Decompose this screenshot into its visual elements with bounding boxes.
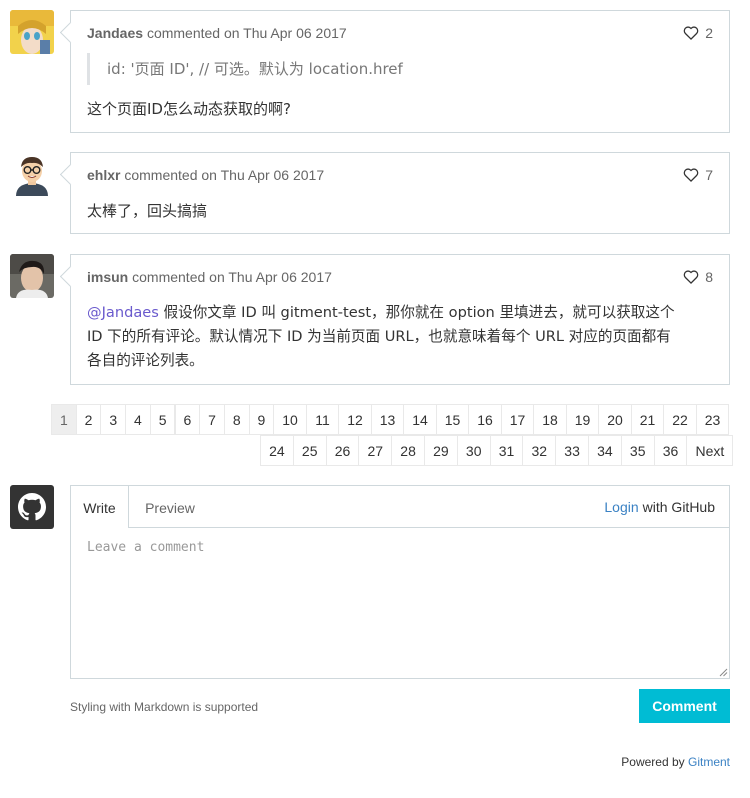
comment-item: imsun commented on Thu Apr 06 2017 8 @Ja… xyxy=(10,254,730,385)
comment-item: ehlxr commented on Thu Apr 06 2017 7 太棒了… xyxy=(10,152,730,234)
comment-body: 这个页面ID怎么动态获取的啊? xyxy=(87,100,291,118)
page-button-3[interactable]: 3 xyxy=(100,404,127,435)
page-button-28[interactable]: 28 xyxy=(391,435,425,466)
page-button-26[interactable]: 26 xyxy=(325,435,360,466)
page-button-27[interactable]: 27 xyxy=(358,435,393,466)
page-button-6[interactable]: 6 xyxy=(174,404,201,435)
page-button-35[interactable]: 35 xyxy=(620,435,655,466)
comment-line: 各自的评论列表。 xyxy=(87,352,204,369)
page-button-18[interactable]: 18 xyxy=(533,404,567,435)
page-button-7[interactable]: 7 xyxy=(199,404,225,435)
comment-body: @Jandaes 假设你文章 ID 叫 gitment-test，那你就在 op… xyxy=(87,301,713,373)
tab-preview[interactable]: Preview xyxy=(129,486,211,529)
like-button[interactable]: 2 xyxy=(683,25,713,41)
comment-author[interactable]: Jandaes xyxy=(87,25,143,41)
like-count: 8 xyxy=(705,269,713,285)
page-button-29[interactable]: 29 xyxy=(424,435,458,466)
page-button-5[interactable]: 5 xyxy=(149,404,176,435)
comment-text: 假设你文章 ID 叫 gitment-test，那你就在 option 里填进去… xyxy=(158,304,675,321)
page-button-21[interactable]: 21 xyxy=(630,404,665,435)
comment-quote: id: '页面 ID', // 可选。默认为 location.href xyxy=(87,53,403,85)
page-button-4[interactable]: 4 xyxy=(125,404,151,435)
page-button-17[interactable]: 17 xyxy=(500,404,535,435)
like-count: 7 xyxy=(705,167,713,183)
github-icon xyxy=(18,493,46,521)
page-button-36[interactable]: 36 xyxy=(653,435,688,466)
page-button-12[interactable]: 12 xyxy=(338,404,372,435)
page-button-2[interactable]: 2 xyxy=(75,404,102,435)
comment-header: imsun commented on Thu Apr 06 2017 xyxy=(87,269,332,285)
gitment-link[interactable]: Gitment xyxy=(688,755,730,769)
login-prompt: Login with GitHub xyxy=(604,486,715,528)
page-button-10[interactable]: 10 xyxy=(273,404,307,435)
page-button-23[interactable]: 23 xyxy=(695,404,730,435)
powered-prefix: Powered by xyxy=(621,755,685,769)
page-button-16[interactable]: 16 xyxy=(468,404,502,435)
heart-icon xyxy=(683,270,699,284)
comment-author[interactable]: imsun xyxy=(87,269,128,285)
comment-line: @Jandaes 假设你文章 ID 叫 gitment-test，那你就在 op… xyxy=(87,301,713,325)
page-button-31[interactable]: 31 xyxy=(489,435,524,466)
editor-header: Write Preview Login with GitHub xyxy=(71,486,729,529)
page-button-14[interactable]: 14 xyxy=(403,404,437,435)
heart-icon xyxy=(683,26,699,40)
submit-comment-button[interactable]: Comment xyxy=(639,689,730,723)
resize-handle-icon[interactable] xyxy=(719,668,728,677)
comment-editor: Write Preview Login with GitHub xyxy=(70,485,730,679)
like-button[interactable]: 7 xyxy=(683,167,713,183)
comment-bubble: ehlxr commented on Thu Apr 06 2017 7 太棒了… xyxy=(70,152,730,234)
tab-write[interactable]: Write xyxy=(71,486,129,529)
github-logo xyxy=(10,485,54,529)
page-button-24[interactable]: 24 xyxy=(260,435,294,466)
page-button-19[interactable]: 19 xyxy=(565,404,600,435)
page-button-1[interactable]: 1 xyxy=(51,404,77,435)
comment-header: Jandaes commented on Thu Apr 06 2017 xyxy=(87,25,347,41)
page-button-13[interactable]: 13 xyxy=(370,404,405,435)
page-button-9[interactable]: 9 xyxy=(248,404,275,435)
page-button-32[interactable]: 32 xyxy=(522,435,557,466)
login-link[interactable]: Login xyxy=(604,499,638,515)
comment-body: 太棒了，回头搞搞 xyxy=(87,202,208,220)
page-button-8[interactable]: 8 xyxy=(223,404,250,435)
login-suffix: with GitHub xyxy=(642,499,715,515)
comment-author[interactable]: ehlxr xyxy=(87,167,120,183)
avatar[interactable] xyxy=(10,254,54,298)
page-button-20[interactable]: 20 xyxy=(598,404,632,435)
markdown-note: Styling with Markdown is supported xyxy=(70,700,259,714)
page-button-22[interactable]: 22 xyxy=(663,404,697,435)
mention-link[interactable]: @Jandaes xyxy=(87,304,159,321)
page-button-25[interactable]: 25 xyxy=(292,435,327,466)
page-button-11[interactable]: 11 xyxy=(305,404,340,435)
comment-meta: commented on Thu Apr 06 2017 xyxy=(124,167,325,183)
heart-icon xyxy=(683,168,699,182)
page-button-34[interactable]: 34 xyxy=(588,435,622,466)
comment-meta: commented on Thu Apr 06 2017 xyxy=(146,25,347,41)
page-button-30[interactable]: 30 xyxy=(456,435,491,466)
like-count: 2 xyxy=(705,25,713,41)
comment-bubble: imsun commented on Thu Apr 06 2017 8 @Ja… xyxy=(70,254,730,385)
powered-by: Powered by Gitment xyxy=(621,755,730,769)
comment-meta: commented on Thu Apr 06 2017 xyxy=(132,269,332,285)
page-button-15[interactable]: 15 xyxy=(435,404,470,435)
page-button-33[interactable]: 33 xyxy=(555,435,589,466)
page-next-button[interactable]: Next xyxy=(686,435,734,466)
comment-header: ehlxr commented on Thu Apr 06 2017 xyxy=(87,167,324,183)
comment-item: Jandaes commented on Thu Apr 06 2017 2 i… xyxy=(10,10,730,133)
comment-bubble: Jandaes commented on Thu Apr 06 2017 2 i… xyxy=(70,10,730,133)
comment-input[interactable] xyxy=(71,528,729,678)
comment-line: ID 下的所有评论。默认情况下 ID 为当前页面 URL，也就意味着每个 URL… xyxy=(87,328,671,345)
like-button[interactable]: 8 xyxy=(683,269,713,285)
avatar[interactable] xyxy=(10,10,54,54)
avatar[interactable] xyxy=(10,152,54,196)
